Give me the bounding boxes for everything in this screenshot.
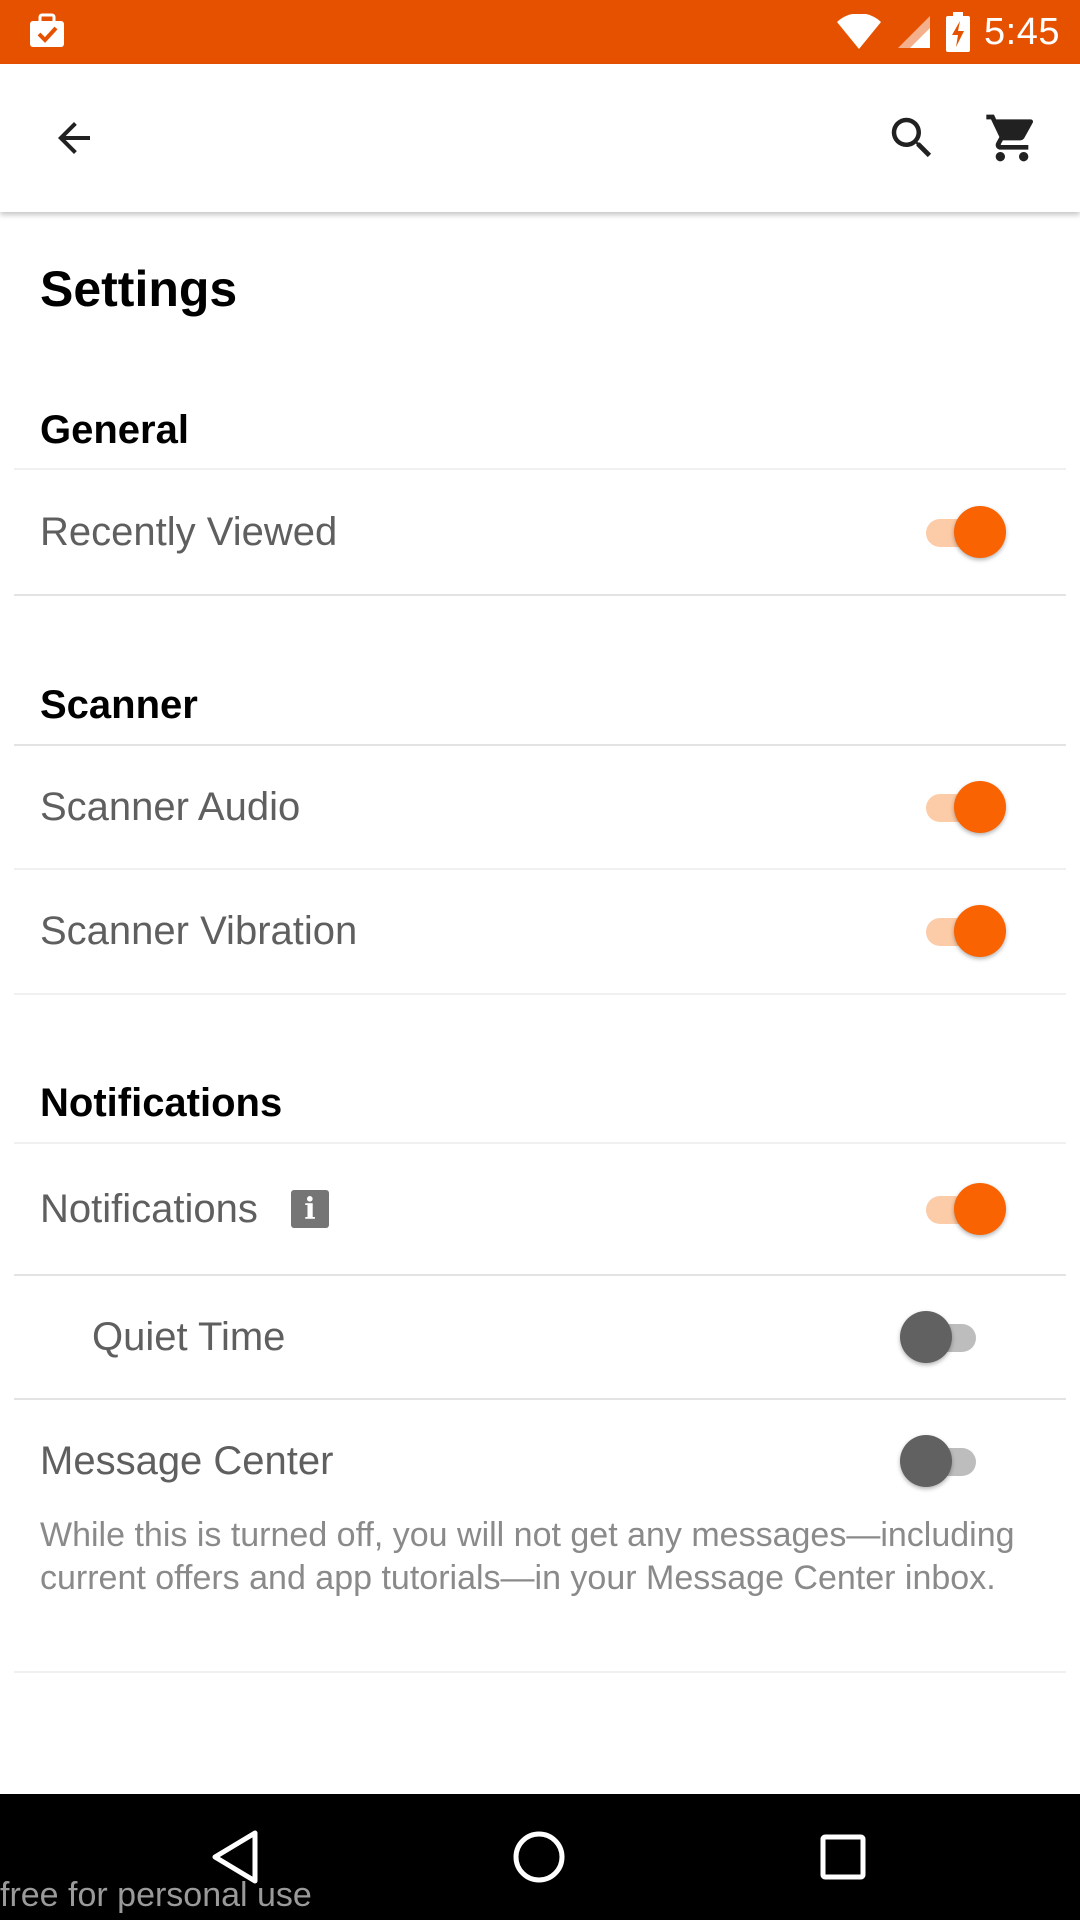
nav-home-icon: [513, 1831, 565, 1883]
briefcase-check-icon: [28, 12, 66, 50]
divider: [14, 868, 1066, 870]
divider: [14, 468, 1066, 470]
scanner-vibration-label: Scanner Vibration: [40, 909, 358, 953]
nav-recents-icon: [820, 1834, 866, 1880]
back-button[interactable]: [40, 104, 108, 172]
message-center-label: Message Center: [40, 1439, 334, 1483]
status-time: 5:45: [984, 10, 1060, 53]
section-title-scanner: Scanner: [40, 683, 198, 727]
message-center-description: While this is turned off, you will not g…: [40, 1516, 1015, 1597]
settings-content: Settings General Recently Viewed Scanner…: [0, 212, 1080, 1794]
search-button[interactable]: [878, 104, 946, 172]
scanner-audio-toggle[interactable]: [922, 780, 1006, 834]
status-bar: 5:45: [0, 0, 1080, 64]
nav-home-button[interactable]: [506, 1824, 572, 1890]
search-icon: [891, 117, 932, 158]
scanner-audio-label: Scanner Audio: [40, 785, 301, 829]
quiet-time-toggle[interactable]: [900, 1310, 984, 1364]
notifications-label: Notifications: [40, 1187, 258, 1231]
divider: [14, 744, 1066, 746]
quiet-time-label: Quiet Time: [92, 1315, 286, 1359]
app-bar: [0, 64, 1080, 212]
divider: [14, 1274, 1066, 1276]
recently-viewed-toggle[interactable]: [922, 505, 1006, 559]
divider: [14, 993, 1066, 995]
page-title: Settings: [40, 261, 238, 317]
recently-viewed-label: Recently Viewed: [40, 510, 338, 554]
section-title-notifications: Notifications: [40, 1081, 283, 1125]
notifications-toggle[interactable]: [922, 1182, 1006, 1236]
cart-icon: [986, 114, 1034, 162]
nav-recents-button[interactable]: [810, 1824, 876, 1890]
status-icons: 5:45: [836, 0, 1060, 64]
scanner-vibration-toggle[interactable]: [922, 904, 1006, 958]
cart-button[interactable]: [978, 104, 1046, 172]
divider: [14, 1398, 1066, 1400]
divider: [14, 1142, 1066, 1144]
divider: [14, 1671, 1066, 1673]
section-title-general: General: [40, 408, 189, 452]
signal-icon: [896, 14, 932, 50]
message-center-toggle[interactable]: [900, 1434, 984, 1488]
system-nav-bar: free for personal use: [0, 1794, 1080, 1920]
wifi-icon: [836, 14, 882, 50]
divider: [14, 594, 1066, 596]
arrow-back-icon: [58, 122, 90, 154]
watermark-text: free for personal use: [0, 1876, 312, 1914]
info-icon[interactable]: i: [291, 1190, 329, 1228]
battery-charging-icon: [946, 12, 971, 52]
